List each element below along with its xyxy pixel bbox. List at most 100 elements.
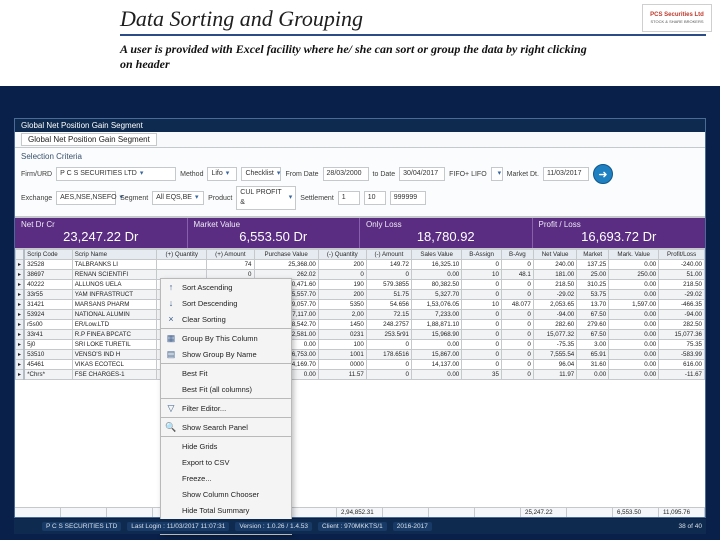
tab-strip: Global Net Position Gain Segment: [15, 132, 705, 148]
run-button[interactable]: ➜: [593, 164, 613, 184]
checklist-select[interactable]: Checklist: [241, 167, 281, 181]
cell: 0: [462, 360, 502, 370]
sett-from[interactable]: 1: [338, 191, 360, 205]
method-label: Method: [180, 171, 203, 178]
table-row[interactable]: ▸32528TALBRANKS LI7425,368.00200149.7216…: [16, 260, 705, 270]
cell: 0: [501, 320, 533, 330]
status-version: Version : 1.0.26 / 1.4.53: [235, 522, 312, 531]
row-selector-col[interactable]: [16, 250, 25, 260]
menu-item[interactable]: Show Column Chooser: [161, 486, 291, 502]
table-row[interactable]: ▸38697RENAN SCIENTIFI0262.02000.001048.1…: [16, 270, 705, 280]
menu-item[interactable]: ↓Sort Descending: [161, 295, 291, 311]
menu-item[interactable]: Best Fit: [161, 365, 291, 381]
menu-item[interactable]: Hide Grids: [161, 438, 291, 454]
menu-item-label: Filter Editor...: [182, 404, 226, 413]
menu-item[interactable]: Freeze...: [161, 470, 291, 486]
column-header[interactable]: Net Value: [533, 250, 576, 260]
market-value: 6,553.50 Dr: [194, 229, 354, 244]
menu-item[interactable]: ↑Sort Ascending: [161, 279, 291, 295]
cell: 72.15: [366, 310, 411, 320]
sett-last[interactable]: 999999: [390, 191, 426, 205]
cell: 0: [501, 260, 533, 270]
cell: 0.00: [609, 340, 659, 350]
netdrcr-label: Net Dr Cr: [21, 220, 181, 229]
footer-cell: 25,247.22: [521, 508, 567, 517]
menu-item-icon: [165, 383, 177, 395]
cell: 149.72: [366, 260, 411, 270]
row-selector: ▸: [16, 370, 25, 380]
tab-active[interactable]: Global Net Position Gain Segment: [21, 133, 157, 146]
from-label: From Date: [285, 171, 318, 178]
footer-cell: [107, 508, 153, 517]
column-header[interactable]: B-Avg: [501, 250, 533, 260]
column-header[interactable]: B-Assign: [462, 250, 502, 260]
column-header[interactable]: Sales Value: [411, 250, 461, 260]
column-header[interactable]: Scrip Code: [24, 250, 72, 260]
cell: 0.00: [609, 260, 659, 270]
cell: 0: [462, 260, 502, 270]
menu-item-icon: [165, 504, 177, 516]
menu-item[interactable]: Hide Total Summary: [161, 502, 291, 518]
row-selector: ▸: [16, 360, 25, 370]
cell: 31421: [24, 300, 72, 310]
cell: NATIONAL ALUMIN: [72, 310, 156, 320]
table-row[interactable]: ▸33r55YAM INFRASTRUCT735,557.7020051.755…: [16, 290, 705, 300]
column-header[interactable]: (+) Amount: [207, 250, 254, 260]
cell: 33r41: [24, 330, 72, 340]
summary-strip: Net Dr Cr 23,247.22 Dr Market Value 6,55…: [15, 217, 705, 249]
table-row[interactable]: ▸45461VIKAS ECOTECL20014,169.700000014,1…: [16, 360, 705, 370]
table-row[interactable]: ▸53924NATIONAL ALUMIN977,117.002,0072.15…: [16, 310, 705, 320]
table-row[interactable]: ▸33r41R.P FINEA BPCATC9319 32,581.000231…: [16, 330, 705, 340]
data-grid[interactable]: Scrip CodeScrip Name(+) Quantity(+) Amou…: [15, 249, 705, 507]
segment-select[interactable]: All EQS,BE: [152, 191, 204, 205]
column-header[interactable]: Mark. Value: [609, 250, 659, 260]
table-row[interactable]: ▸r5s00ER/Low.LTD931,38,542.701450248.275…: [16, 320, 705, 330]
menu-item[interactable]: ▤Show Group By Name: [161, 346, 291, 362]
cell: 15,077.36: [659, 330, 705, 340]
sett-to[interactable]: 10: [364, 191, 386, 205]
cell: 14,137.00: [411, 360, 461, 370]
table-row[interactable]: ▸53510VENSO'S IND H42016,753.001001178.6…: [16, 350, 705, 360]
firm-select[interactable]: P C S SECURITIES LTD: [56, 167, 176, 181]
from-date[interactable]: 28/03/2000: [323, 167, 369, 181]
row-selector: ▸: [16, 350, 25, 360]
row-selector: ▸: [16, 310, 25, 320]
header-context-menu[interactable]: ↑Sort Ascending↓Sort Descending×Clear So…: [160, 278, 292, 535]
column-header[interactable]: Profit/Loss: [659, 250, 705, 260]
row-selector: ▸: [16, 260, 25, 270]
to-date[interactable]: 30/04/2017: [399, 167, 445, 181]
product-select[interactable]: CUL PROFIT &: [236, 186, 296, 210]
summary-netdrcr: Net Dr Cr 23,247.22 Dr: [15, 218, 188, 248]
method-select[interactable]: Lifo: [207, 167, 237, 181]
column-header[interactable]: (-) Quantity: [318, 250, 366, 260]
fifo-select[interactable]: [491, 167, 503, 181]
column-header[interactable]: Purchase Value: [254, 250, 318, 260]
cell: 45461: [24, 360, 72, 370]
column-header[interactable]: (-) Amount: [366, 250, 411, 260]
table-row[interactable]: ▸*Chrs*FSE CHARGES-1350.0011.5700.003501…: [16, 370, 705, 380]
marketdt-input[interactable]: 11/03/2017: [543, 167, 589, 181]
menu-item[interactable]: ▽Filter Editor...: [161, 400, 291, 416]
navy-band: [6, 87, 714, 116]
market-label: Market Value: [194, 220, 354, 229]
cell: -75.35: [533, 340, 576, 350]
footer-cell: [383, 508, 429, 517]
table-row[interactable]: ▸40222ALLUNOS UELA8330,471.60190579.3855…: [16, 280, 705, 290]
header-row[interactable]: Scrip CodeScrip Name(+) Quantity(+) Amou…: [16, 250, 705, 260]
table-row[interactable]: ▸5j0SRI LOKE TURETIL00.0010000.0000-75.3…: [16, 340, 705, 350]
menu-item[interactable]: 🔍Show Search Panel: [161, 419, 291, 435]
menu-item[interactable]: ×Clear Sorting: [161, 311, 291, 327]
menu-item[interactable]: Export to CSV: [161, 454, 291, 470]
column-header[interactable]: Scrip Name: [72, 250, 156, 260]
column-header[interactable]: (+) Quantity: [157, 250, 207, 260]
table-row[interactable]: ▸31421MARSANS PHARM3831,79,057.70535054.…: [16, 300, 705, 310]
menu-item[interactable]: Best Fit (all columns): [161, 381, 291, 397]
cell: 0: [462, 350, 502, 360]
data-table: Scrip CodeScrip Name(+) Quantity(+) Amou…: [15, 249, 705, 380]
column-header[interactable]: Market: [577, 250, 609, 260]
exchange-select[interactable]: AES,NSE,NSEFO: [56, 191, 116, 205]
cell: 282.50: [659, 320, 705, 330]
status-login: Last Login : 11/03/2017 11:07:31: [127, 522, 229, 531]
status-page: 38 of 40: [679, 523, 703, 530]
menu-item[interactable]: ▦Group By This Column: [161, 330, 291, 346]
